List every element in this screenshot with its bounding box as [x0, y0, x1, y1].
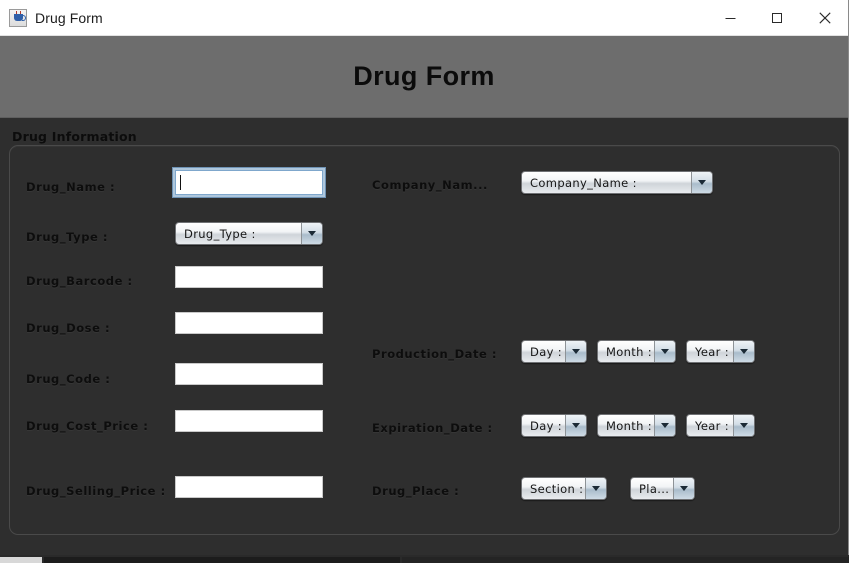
- drug-dose-input[interactable]: [175, 312, 323, 334]
- chevron-down-icon[interactable]: [733, 341, 754, 362]
- production-date-month-combo[interactable]: Month :: [597, 340, 676, 363]
- chevron-down-icon[interactable]: [654, 341, 675, 362]
- drug-selling-price-input[interactable]: [175, 476, 323, 498]
- expiration-date-day-value: Day :: [530, 418, 562, 433]
- chevron-down-icon[interactable]: [654, 415, 675, 436]
- label-company-name: Company_Nam...: [372, 178, 488, 192]
- label-drug-dose: Drug_Dose :: [26, 321, 111, 335]
- taskbar-left-segment: [0, 557, 42, 563]
- label-drug-selling-price: Drug_Selling_Price :: [26, 484, 166, 498]
- chevron-down-icon[interactable]: [673, 478, 694, 499]
- screen: Drug Form Drug Form Drug Information Dru…: [0, 0, 849, 563]
- text-caret: [180, 175, 181, 190]
- company-name-combo[interactable]: Company_Name :: [521, 171, 713, 194]
- expiration-date-day-combo[interactable]: Day :: [521, 414, 587, 437]
- java-coffee-cup-icon: [9, 8, 27, 27]
- form-content: Drug Information Drug_Name : Drug_Type :…: [0, 118, 848, 555]
- drug-code-input[interactable]: [175, 363, 323, 385]
- label-drug-barcode: Drug_Barcode :: [26, 274, 133, 288]
- drug-place-place-combo[interactable]: Pla...: [630, 477, 695, 500]
- label-drug-code: Drug_Code :: [26, 372, 111, 386]
- window-title: Drug Form: [35, 9, 103, 26]
- production-date-day-combo[interactable]: Day :: [521, 340, 587, 363]
- page-header-band: Drug Form: [0, 36, 848, 118]
- group-title: Drug Information: [12, 129, 137, 144]
- maximize-button[interactable]: [754, 0, 801, 36]
- drug-form-window: Drug Form Drug Form Drug Information Dru…: [0, 0, 849, 556]
- drug-place-section-combo[interactable]: Section :: [521, 477, 607, 500]
- production-date-year-combo[interactable]: Year :: [686, 340, 755, 363]
- expiration-date-month-value: Month :: [606, 418, 653, 433]
- label-production-date: Production_Date :: [372, 347, 498, 361]
- drug-place-section-value: Section :: [530, 481, 584, 496]
- chevron-down-icon[interactable]: [585, 478, 606, 499]
- window-titlebar[interactable]: Drug Form: [0, 0, 848, 36]
- company-name-combo-value: Company_Name :: [530, 175, 637, 190]
- label-drug-type: Drug_Type :: [26, 230, 109, 244]
- page-title: Drug Form: [353, 61, 495, 91]
- close-button[interactable]: [801, 0, 848, 36]
- expiration-date-month-combo[interactable]: Month :: [597, 414, 676, 437]
- taskbar-mid-segment: [44, 557, 400, 563]
- production-date-day-value: Day :: [530, 344, 562, 359]
- drug-place-place-value: Pla...: [639, 481, 670, 496]
- chevron-down-icon[interactable]: [691, 172, 712, 193]
- drug-name-input[interactable]: [175, 170, 323, 195]
- production-date-month-value: Month :: [606, 344, 653, 359]
- label-drug-place: Drug_Place :: [372, 484, 460, 498]
- chevron-down-icon[interactable]: [733, 415, 754, 436]
- drug-type-combo-value: Drug_Type :: [184, 226, 256, 241]
- taskbar-strip: [0, 555, 849, 563]
- window-controls: [707, 0, 848, 36]
- label-drug-name: Drug_Name :: [26, 180, 116, 194]
- drug-barcode-input[interactable]: [175, 266, 323, 288]
- label-expiration-date: Expiration_Date :: [372, 421, 493, 435]
- taskbar-right-segment: [402, 557, 849, 563]
- label-drug-cost-price: Drug_Cost_Price :: [26, 419, 149, 433]
- chevron-down-icon[interactable]: [565, 341, 586, 362]
- expiration-date-year-value: Year :: [695, 418, 729, 433]
- expiration-date-year-combo[interactable]: Year :: [686, 414, 755, 437]
- chevron-down-icon[interactable]: [565, 415, 586, 436]
- chevron-down-icon[interactable]: [301, 223, 322, 244]
- minimize-button[interactable]: [707, 0, 754, 36]
- drug-cost-price-input[interactable]: [175, 410, 323, 432]
- production-date-year-value: Year :: [695, 344, 729, 359]
- drug-type-combo[interactable]: Drug_Type :: [175, 222, 323, 245]
